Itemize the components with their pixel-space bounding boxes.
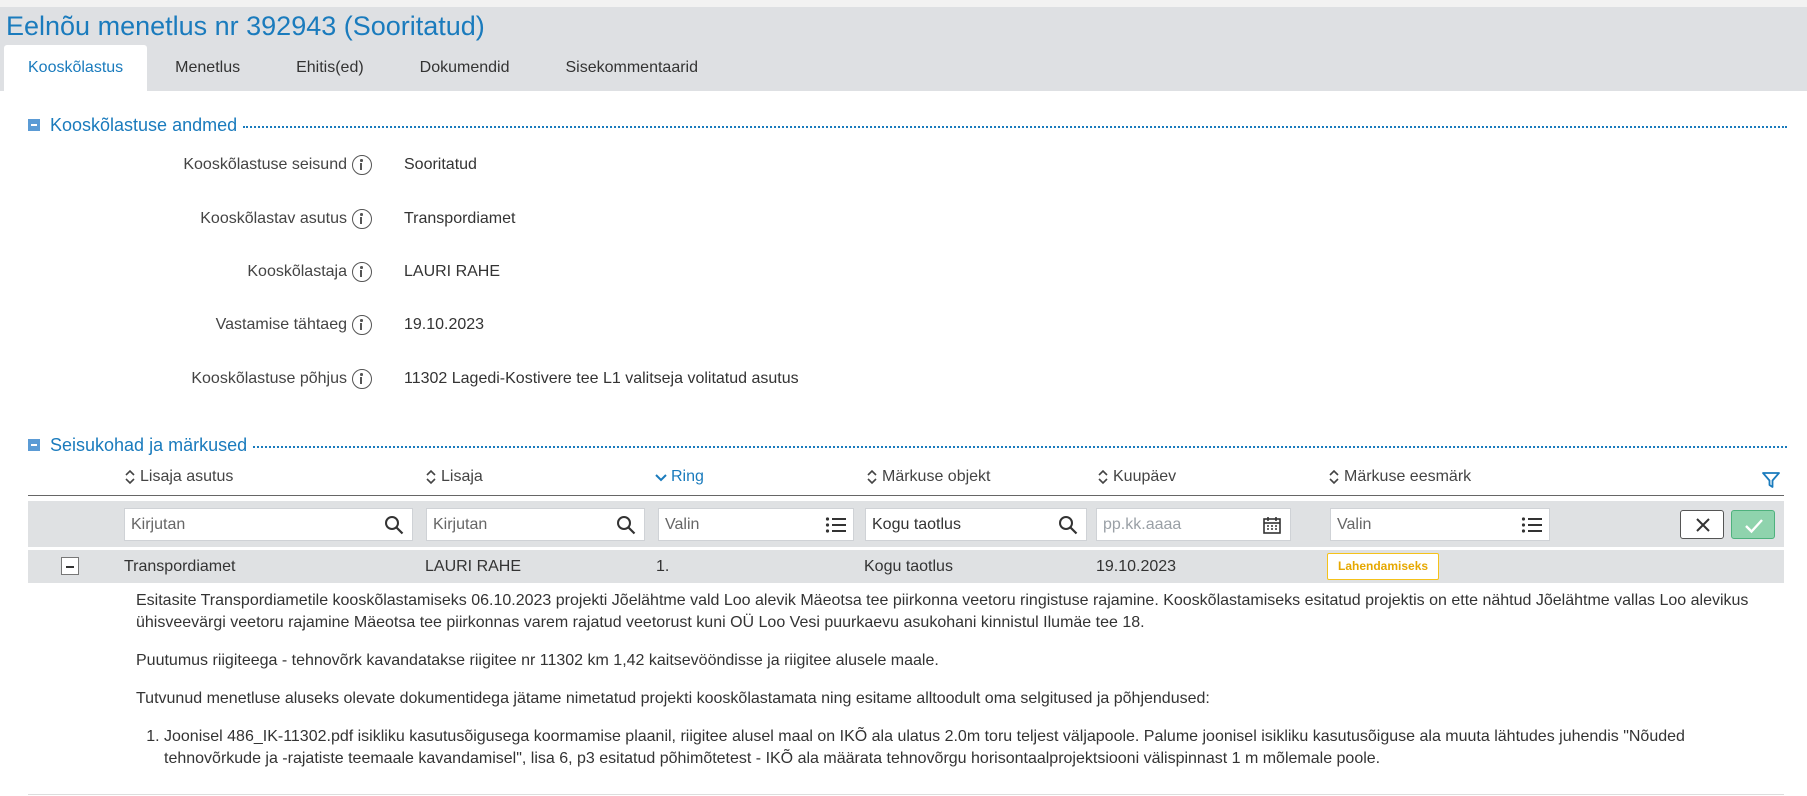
cell-lisaja: LAURI RAHE: [425, 558, 522, 575]
info-icon[interactable]: [352, 209, 372, 229]
column-label: Lisaja: [441, 468, 483, 485]
page-title: Eelnõu menetlus nr 392943 (Sooritatud): [6, 11, 485, 41]
filter-placeholder: Kirjutan: [131, 516, 186, 533]
field-value: LAURI RAHE: [404, 263, 501, 280]
cell-kuupaev: 19.10.2023: [1096, 558, 1177, 575]
sort-icon: [866, 468, 878, 486]
check-icon: [1745, 519, 1763, 534]
info-icon[interactable]: [352, 262, 372, 282]
field-label: Kooskõlastav asutus: [200, 210, 347, 227]
filter-markuse-objekt-input[interactable]: Kogu taotlus: [865, 508, 1087, 541]
filter-value: Kogu taotlus: [872, 516, 961, 533]
filter-placeholder: Kirjutan: [433, 516, 488, 533]
field-label: Kooskõlastuse seisund: [183, 156, 347, 173]
tab-bar: Kooskõlastus Menetlus Ehitis(ed) Dokumen…: [4, 45, 730, 91]
column-header-kuupaev[interactable]: Kuupäev: [1097, 468, 1176, 486]
field-label: Vastamise tähtaeg: [215, 316, 347, 333]
section-header-seisukohad: Seisukohad ja märkused: [28, 433, 1787, 457]
filter-row: Kirjutan Kirjutan Valin Kogu taotlus pp.…: [28, 501, 1784, 547]
apply-filters-button[interactable]: [1731, 510, 1775, 539]
remark-paragraph: Puutumus riigiteega - tehnovõrk kavandat…: [136, 652, 939, 669]
filter-ring-select[interactable]: Valin: [658, 508, 854, 541]
field-value: 11302 Lagedi-Kostivere tee L1 valitseja …: [404, 370, 799, 387]
field-label: Kooskõlastuse põhjus: [191, 370, 347, 387]
filter-placeholder: Valin: [1337, 516, 1372, 533]
column-header-lisaja-asutus[interactable]: Lisaja asutus: [124, 468, 233, 486]
field-row-seisund: Kooskõlastuse seisund Sooritatud: [0, 150, 1807, 180]
filter-placeholder: pp.kk.aaaa: [1103, 516, 1182, 533]
list-icon[interactable]: [1521, 515, 1542, 535]
field-row-tahtaeg: Vastamise tähtaeg 19.10.2023: [0, 310, 1807, 340]
collapse-section-button[interactable]: [28, 119, 40, 131]
info-icon[interactable]: [352, 155, 372, 175]
list-icon[interactable]: [825, 515, 846, 535]
cell-ring: 1.: [656, 558, 670, 575]
search-icon[interactable]: [616, 515, 636, 535]
collapse-row-button[interactable]: [61, 557, 79, 575]
section-divider: [243, 126, 1787, 128]
field-value: 19.10.2023: [404, 316, 485, 333]
info-icon[interactable]: [352, 369, 372, 389]
filter-kuupaev-input[interactable]: pp.kk.aaaa: [1096, 508, 1291, 541]
section-title: Kooskõlastuse andmed: [50, 114, 238, 135]
search-icon[interactable]: [1058, 515, 1078, 535]
column-header-markuse-eesmark[interactable]: Märkuse eesmärk: [1328, 468, 1471, 486]
sort-icon: [1097, 468, 1109, 486]
clear-filters-button[interactable]: [1680, 510, 1724, 539]
filter-lisaja-asutus-input[interactable]: Kirjutan: [124, 508, 413, 541]
sort-icon: [1328, 468, 1340, 486]
field-row-pohjus: Kooskõlastuse põhjus 11302 Lagedi-Kostiv…: [0, 364, 1807, 394]
search-icon[interactable]: [384, 515, 404, 535]
sort-icon: [124, 468, 136, 486]
column-header-ring[interactable]: Ring: [655, 468, 704, 486]
remark-paragraph: Esitasite Transpordiametile kooskõlastam…: [136, 592, 1749, 631]
field-value: Sooritatud: [404, 156, 477, 173]
remark-list-item: Joonisel 486_IK-11302.pdf isikliku kasut…: [164, 726, 1776, 770]
column-header-lisaja[interactable]: Lisaja: [425, 468, 483, 486]
collapse-section-button[interactable]: [28, 439, 40, 451]
calendar-icon[interactable]: [1262, 515, 1282, 535]
section-title: Seisukohad ja märkused: [50, 434, 248, 455]
column-header-markuse-objekt[interactable]: Märkuse objekt: [866, 468, 991, 486]
tab-dokumendid[interactable]: Dokumendid: [396, 45, 534, 91]
info-icon[interactable]: [352, 315, 372, 335]
table-header-divider: [28, 495, 1784, 496]
column-label: Kuupäev: [1113, 468, 1177, 485]
field-row-asutus: Kooskõlastav asutus Transpordiamet: [0, 204, 1807, 234]
tab-kooskolastus[interactable]: Kooskõlastus: [4, 45, 148, 91]
column-label: Lisaja asutus: [140, 468, 234, 485]
column-label: Ring: [671, 468, 704, 485]
sort-desc-icon: [655, 468, 667, 486]
status-badge: Lahendamiseks: [1327, 553, 1440, 580]
field-label: Kooskõlastaja: [247, 263, 347, 280]
section-divider: [253, 446, 1787, 448]
cell-lisaja-asutus: Transpordiamet: [124, 558, 236, 575]
sort-icon: [425, 468, 437, 486]
column-label: Märkuse eesmärk: [1344, 468, 1472, 485]
close-icon: [1696, 518, 1710, 532]
filter-icon[interactable]: [1761, 470, 1781, 490]
remark-detail: Esitasite Transpordiametile kooskõlastam…: [136, 590, 1776, 770]
page-header: Eelnõu menetlus nr 392943 (Sooritatud) K…: [0, 7, 1807, 91]
filter-lisaja-input[interactable]: Kirjutan: [426, 508, 645, 541]
table-row[interactable]: Transpordiamet LAURI RAHE 1. Kogu taotlu…: [28, 550, 1784, 583]
tab-sisekommentaarid[interactable]: Sisekommentaarid: [542, 45, 723, 91]
remark-paragraph: Tutvunud menetluse aluseks olevate dokum…: [136, 690, 1210, 707]
section-header-kooskolastuse-andmed: Kooskõlastuse andmed: [28, 113, 1787, 137]
field-row-kooskolastaja: Kooskõlastaja LAURI RAHE: [0, 257, 1807, 287]
table-bottom-divider: [28, 794, 1784, 795]
filter-markuse-eesmark-select[interactable]: Valin: [1330, 508, 1550, 541]
column-label: Märkuse objekt: [882, 468, 991, 485]
filter-placeholder: Valin: [665, 516, 700, 533]
cell-markuse-objekt: Kogu taotlus: [864, 558, 953, 575]
remark-list: Joonisel 486_IK-11302.pdf isikliku kasut…: [136, 726, 1776, 770]
top-strip: [0, 0, 1807, 7]
field-value: Transpordiamet: [404, 210, 516, 227]
tab-menetlus[interactable]: Menetlus: [151, 45, 264, 91]
tab-ehitised[interactable]: Ehitis(ed): [272, 45, 388, 91]
